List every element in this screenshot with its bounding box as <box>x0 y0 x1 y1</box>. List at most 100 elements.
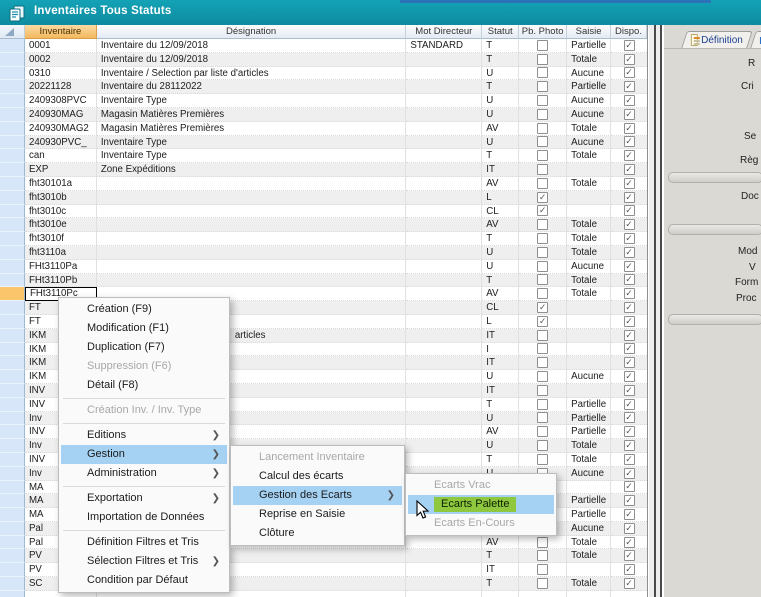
cell-statut[interactable]: T <box>482 398 519 412</box>
cell-saisie[interactable]: Aucune <box>567 67 611 81</box>
cell-statut[interactable]: CL <box>482 205 519 219</box>
menu-item-d-tail-f8[interactable]: Détail (F8) <box>61 376 227 395</box>
cell-saisie[interactable] <box>567 384 611 398</box>
cell-statut[interactable]: IT <box>482 163 519 177</box>
dispo-checkbox[interactable]: ✓ <box>624 357 635 368</box>
cell-dispo[interactable]: ✓ <box>611 246 647 260</box>
pb-photo-checkbox[interactable]: ✓ <box>537 316 548 327</box>
cell-saisie[interactable]: Totale <box>567 149 611 163</box>
cell-statut[interactable]: T <box>482 149 519 163</box>
cell-statut[interactable]: AV <box>482 122 519 136</box>
cell-dispo[interactable]: ✓ <box>611 439 647 453</box>
menu-item-condition-par-d-faut[interactable]: Condition par Défaut <box>61 571 227 590</box>
cell-inventaire[interactable]: 240930MAG <box>25 108 97 122</box>
dispo-checkbox[interactable]: ✓ <box>624 54 635 65</box>
cell-dispo[interactable]: ✓ <box>611 177 647 191</box>
cell-mot-directeur[interactable] <box>406 356 482 370</box>
cell-designation[interactable]: Inventaire Type <box>97 149 407 163</box>
cell-designation[interactable] <box>97 191 407 205</box>
pb-photo-checkbox[interactable] <box>537 247 548 258</box>
dispo-checkbox[interactable]: ✓ <box>624 261 635 272</box>
cell-saisie[interactable]: Partielle <box>567 508 611 522</box>
cell-saisie[interactable]: Totale <box>567 439 611 453</box>
cell-pb-photo[interactable] <box>519 384 567 398</box>
pb-photo-checkbox[interactable] <box>537 109 548 120</box>
menu-item-administration[interactable]: Administration❯ <box>61 464 227 483</box>
cell-saisie[interactable] <box>567 563 611 577</box>
cell-dispo[interactable]: ✓ <box>611 425 647 439</box>
cell-saisie[interactable]: Aucune <box>567 522 611 536</box>
dispo-checkbox[interactable]: ✓ <box>624 95 635 106</box>
cell-pb-photo[interactable] <box>519 122 567 136</box>
dispo-checkbox[interactable]: ✓ <box>624 302 635 313</box>
cell-mot-directeur[interactable] <box>406 329 482 343</box>
cell-saisie[interactable] <box>567 301 611 315</box>
pb-photo-checkbox[interactable] <box>537 454 548 465</box>
cell-saisie[interactable]: Aucune <box>567 136 611 150</box>
cell-dispo[interactable]: ✓ <box>611 163 647 177</box>
cell-dispo[interactable]: ✓ <box>611 522 647 536</box>
dispo-checkbox[interactable]: ✓ <box>624 219 635 230</box>
cell-saisie[interactable]: Totale <box>567 453 611 467</box>
dispo-checkbox[interactable]: ✓ <box>624 412 635 423</box>
cell-dispo[interactable]: ✓ <box>611 149 647 163</box>
cell-pb-photo[interactable] <box>519 577 567 591</box>
cell-pb-photo[interactable] <box>519 274 567 288</box>
cell-designation[interactable]: Zone Expéditions <box>97 163 407 177</box>
pb-photo-checkbox[interactable] <box>537 357 548 368</box>
cell-pb-photo[interactable] <box>519 136 567 150</box>
column-header-saisie[interactable]: Saisie <box>567 25 611 39</box>
dispo-checkbox[interactable]: ✓ <box>624 150 635 161</box>
cell-saisie[interactable]: Totale <box>567 122 611 136</box>
row-selector[interactable] <box>0 232 25 246</box>
cell-statut[interactable]: L <box>482 191 519 205</box>
cell-inventaire[interactable]: FHt3110Pa <box>25 260 97 274</box>
menu-item-cr-ation-f9[interactable]: Création (F9) <box>61 300 227 319</box>
row-selector[interactable] <box>0 94 25 108</box>
column-header-statut[interactable]: Statut <box>482 25 519 39</box>
cell-saisie[interactable]: Totale <box>567 536 611 550</box>
cell-mot-directeur[interactable] <box>406 549 482 563</box>
pb-photo-checkbox[interactable] <box>537 178 548 189</box>
dispo-checkbox[interactable]: ✓ <box>624 330 635 341</box>
cell-dispo[interactable]: ✓ <box>611 218 647 232</box>
cell-pb-photo[interactable] <box>519 453 567 467</box>
menu-item-d-finition-filtres-et-tris[interactable]: Définition Filtres et Tris <box>61 533 227 552</box>
cell-designation[interactable]: Inventaire / Selection par liste d'artic… <box>97 67 407 81</box>
cell-dispo[interactable]: ✓ <box>611 536 647 550</box>
cell-inventaire[interactable]: 20221128 <box>25 80 97 94</box>
cell-mot-directeur[interactable] <box>406 398 482 412</box>
pb-photo-checkbox[interactable] <box>537 123 548 134</box>
cell-designation[interactable]: Magasin Matières Premières <box>97 108 407 122</box>
row-selector[interactable] <box>0 522 25 536</box>
cell-pb-photo[interactable]: ✓ <box>519 301 567 315</box>
cell-statut[interactable]: U <box>482 370 519 384</box>
cell-mot-directeur[interactable] <box>406 301 482 315</box>
pb-photo-checkbox[interactable] <box>537 261 548 272</box>
cell-statut[interactable]: CL <box>482 301 519 315</box>
dispo-checkbox[interactable]: ✓ <box>624 399 635 410</box>
cell-designation[interactable] <box>97 205 407 219</box>
cell-dispo[interactable]: ✓ <box>611 453 647 467</box>
cell-statut[interactable]: AV <box>482 425 519 439</box>
cell-statut[interactable]: T <box>482 549 519 563</box>
cell-saisie[interactable]: Totale <box>567 549 611 563</box>
cell-statut[interactable]: T <box>482 232 519 246</box>
pb-photo-checkbox[interactable] <box>537 343 548 354</box>
cell-inventaire[interactable]: 0001 <box>25 39 97 53</box>
cell-mot-directeur[interactable] <box>406 94 482 108</box>
cell-mot-directeur[interactable] <box>406 591 482 597</box>
row-selector[interactable] <box>0 398 25 412</box>
cell-pb-photo[interactable]: ✓ <box>519 315 567 329</box>
pb-photo-checkbox[interactable] <box>537 54 548 65</box>
cell-dispo[interactable]: ✓ <box>611 94 647 108</box>
pb-photo-checkbox[interactable] <box>537 550 548 561</box>
cell-dispo[interactable]: ✓ <box>611 343 647 357</box>
cell-statut[interactable]: IT <box>482 356 519 370</box>
row-selector[interactable] <box>0 67 25 81</box>
cell-pb-photo[interactable] <box>519 425 567 439</box>
cell-inventaire[interactable]: can <box>25 149 97 163</box>
cell-designation[interactable] <box>97 177 407 191</box>
row-selector[interactable] <box>0 577 25 591</box>
cell-inventaire[interactable]: FHt3110Pb <box>25 274 97 288</box>
